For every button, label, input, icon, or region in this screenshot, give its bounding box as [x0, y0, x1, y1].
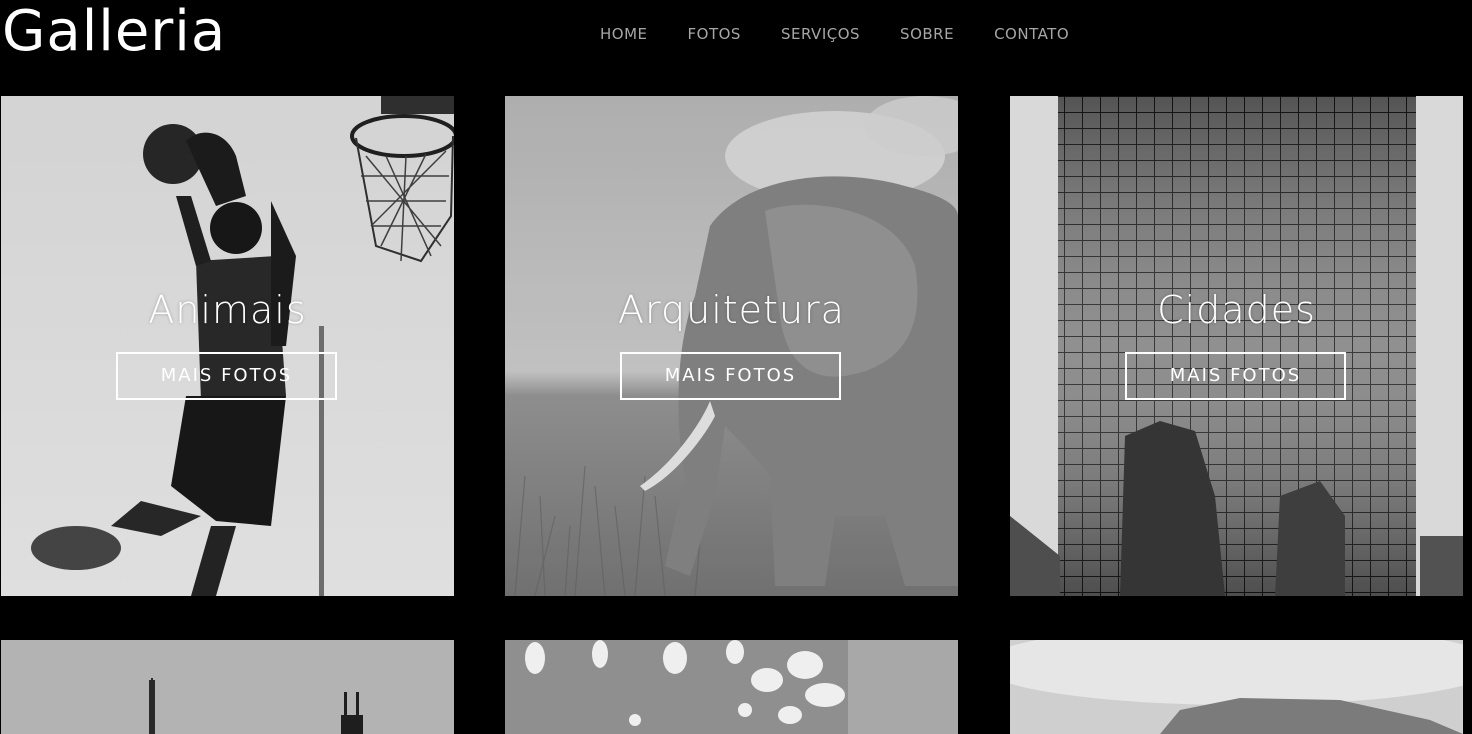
city-skyline-photo: [1, 640, 454, 734]
card-overlay: [1010, 96, 1463, 596]
card-overlay: [1, 96, 454, 596]
nav-sobre[interactable]: SOBRE: [900, 25, 954, 43]
gallery-card-cidades[interactable]: Cidades MAIS FOTOS: [1010, 96, 1463, 596]
bokeh-lights-photo: [505, 640, 958, 734]
card-overlay: [505, 96, 958, 596]
gallery-card-animais[interactable]: Animais MAIS FOTOS: [1, 96, 454, 596]
card-title: Arquitetura: [618, 288, 845, 332]
card-title: Cidades: [1157, 288, 1316, 332]
nav-home[interactable]: HOME: [600, 25, 648, 43]
nav-servicos[interactable]: SERVIÇOS: [781, 25, 860, 43]
mais-fotos-button[interactable]: MAIS FOTOS: [620, 352, 841, 400]
mountain-fog-photo: [1010, 640, 1463, 734]
site-header: Galleria HOME FOTOS SERVIÇOS SOBRE CONTA…: [0, 0, 1472, 70]
gallery-card-arquitetura[interactable]: Arquitetura MAIS FOTOS: [505, 96, 958, 596]
gallery-card-5[interactable]: [505, 640, 958, 734]
gallery-card-6[interactable]: [1010, 640, 1463, 734]
card-title: Animais: [148, 288, 307, 332]
mais-fotos-button[interactable]: MAIS FOTOS: [1125, 352, 1346, 400]
mais-fotos-button[interactable]: MAIS FOTOS: [116, 352, 337, 400]
nav-fotos[interactable]: FOTOS: [688, 25, 741, 43]
gallery-card-4[interactable]: [1, 640, 454, 734]
nav-contato[interactable]: CONTATO: [994, 25, 1069, 43]
site-logo[interactable]: Galleria: [2, 2, 226, 62]
main-nav: HOME FOTOS SERVIÇOS SOBRE CONTATO: [600, 25, 1109, 43]
